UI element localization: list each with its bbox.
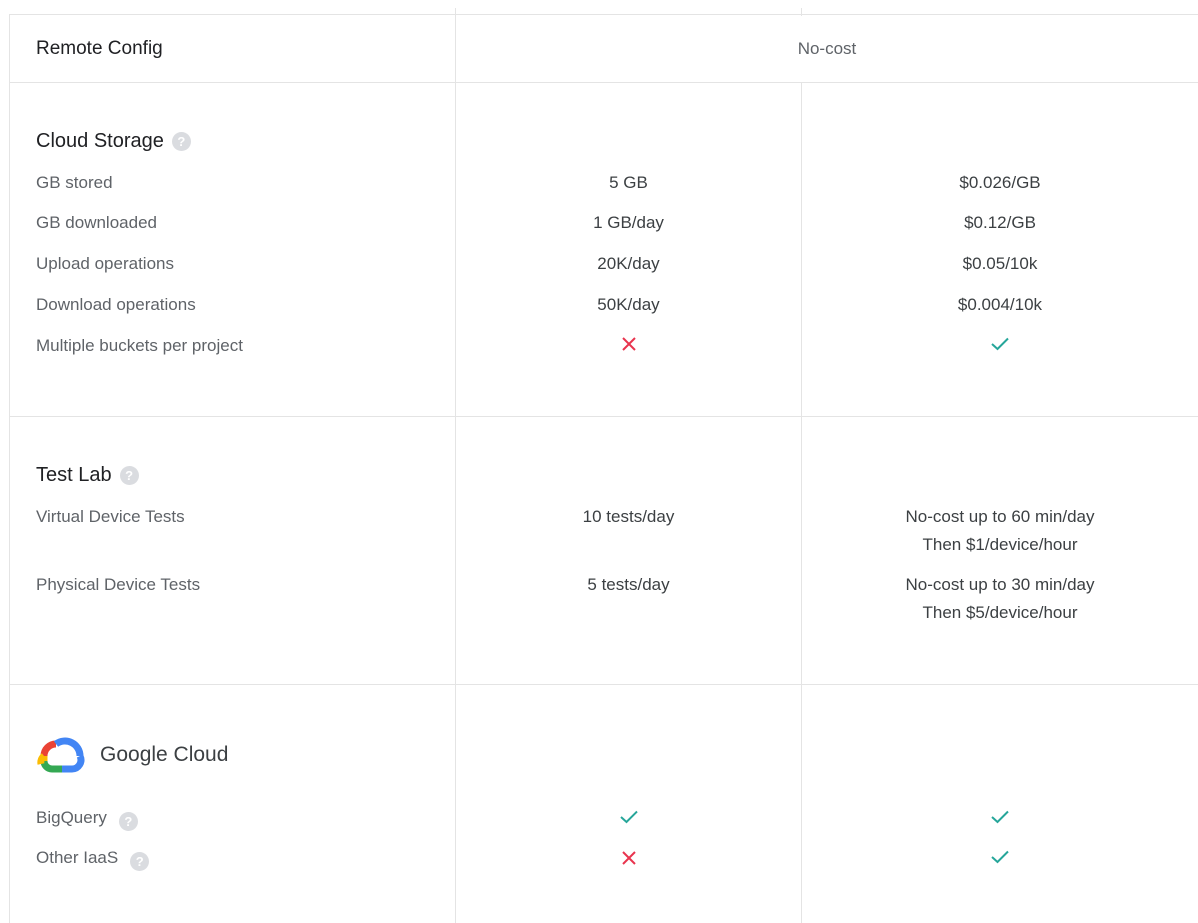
check-icon (802, 850, 1198, 864)
help-icon[interactable]: ? (171, 131, 191, 151)
gb-downloaded-label: GB downloaded (36, 213, 157, 232)
row-divider-2 (9, 416, 1198, 417)
gb-stored-free: 5 GB (609, 173, 648, 192)
row-divider-top (9, 14, 1198, 15)
check-icon (802, 810, 1198, 824)
row-divider-3 (9, 684, 1198, 685)
physical-device-tests-paid-line1: No-cost up to 30 min/day (905, 575, 1095, 594)
help-icon[interactable]: ? (130, 852, 150, 871)
download-operations-free: 50K/day (597, 295, 660, 314)
google-cloud-icon (37, 737, 85, 773)
remote-config-label: Remote Config (36, 36, 163, 62)
physical-device-tests-paid: No-cost up to 30 min/day Then $5/device/… (802, 571, 1198, 627)
upload-operations-free: 20K/day (597, 254, 660, 273)
physical-device-tests-paid-line2: Then $5/device/hour (922, 603, 1078, 622)
other-iaas-label: Other IaaS? (36, 847, 150, 871)
cross-icon (456, 336, 801, 352)
virtual-device-tests-paid-line1: No-cost up to 60 min/day (905, 507, 1095, 526)
virtual-device-tests-free: 10 tests/day (582, 507, 675, 526)
gb-downloaded-paid: $0.12/GB (964, 213, 1036, 232)
help-icon[interactable]: ? (118, 812, 138, 831)
other-iaas-label-text: Other IaaS (36, 848, 119, 867)
test-lab-title: Test Lab ? (36, 462, 139, 488)
download-operations-paid: $0.004/10k (957, 295, 1043, 314)
test-lab-title-text: Test Lab (36, 464, 112, 486)
gb-stored-label: GB stored (36, 173, 113, 192)
cloud-storage-title: Cloud Storage ? (36, 128, 191, 154)
help-icon[interactable]: ? (119, 465, 139, 485)
google-cloud-title: Google Cloud (100, 743, 229, 766)
check-icon (802, 337, 1198, 351)
google-cloud-logo: Google Cloud (36, 734, 228, 776)
virtual-device-tests-paid: No-cost up to 60 min/day Then $1/device/… (802, 503, 1198, 559)
virtual-device-tests-label: Virtual Device Tests (36, 507, 185, 526)
row-divider-1 (9, 82, 1198, 83)
bigquery-label-text: BigQuery (36, 808, 107, 827)
remote-config-text: Remote Config (36, 38, 163, 59)
column-divider-1 (455, 8, 456, 923)
upload-operations-paid: $0.05/10k (962, 254, 1038, 273)
gb-downloaded-free: 1 GB/day (593, 213, 664, 232)
multiple-buckets-label: Multiple buckets per project (36, 336, 243, 355)
cross-icon (456, 850, 801, 866)
cloud-storage-title-text: Cloud Storage (36, 130, 164, 152)
upload-operations-label: Upload operations (36, 254, 174, 273)
physical-device-tests-free: 5 tests/day (587, 575, 670, 594)
download-operations-label: Download operations (36, 295, 196, 314)
check-icon (456, 810, 801, 824)
physical-device-tests-label: Physical Device Tests (36, 575, 201, 594)
bigquery-label: BigQuery? (36, 807, 138, 831)
column-divider-left (9, 14, 10, 923)
virtual-device-tests-paid-line2: Then $1/device/hour (922, 535, 1078, 554)
remote-config-value: No-cost (797, 39, 857, 58)
gb-stored-paid: $0.026/GB (959, 173, 1041, 192)
